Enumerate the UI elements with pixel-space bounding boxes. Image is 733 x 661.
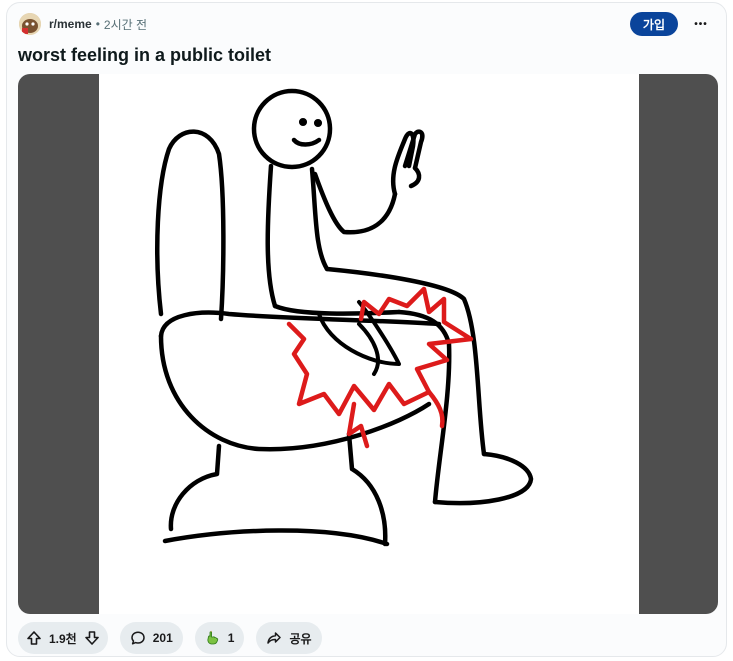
avatar-icon bbox=[19, 13, 41, 35]
vote-pill: 1.9천 bbox=[18, 622, 108, 654]
share-button[interactable]: 공유 bbox=[256, 622, 322, 654]
post-title[interactable]: worst feeling in a public toilet bbox=[18, 45, 271, 66]
subreddit-name[interactable]: r/meme bbox=[49, 17, 92, 31]
join-button[interactable]: 가입 bbox=[629, 12, 678, 36]
post-image[interactable] bbox=[18, 74, 718, 614]
post-timestamp: 2시간 전 bbox=[103, 17, 148, 32]
separator-dot: • bbox=[95, 17, 100, 31]
award-count: 1 bbox=[227, 631, 235, 645]
share-label: 공유 bbox=[289, 631, 312, 646]
comment-icon bbox=[130, 631, 145, 645]
more-icon: ••• bbox=[694, 18, 708, 30]
post-actions: 1.9천 201 1 공유 bbox=[18, 622, 322, 654]
post-card[interactable]: r/meme • 2시간 전 가입 ••• worst feeling in a… bbox=[6, 2, 727, 657]
hand-award-icon bbox=[207, 630, 218, 645]
upvote-count: 1.9천 bbox=[49, 631, 77, 646]
comments-button[interactable]: 201 bbox=[119, 622, 183, 654]
more-options-button[interactable]: ••• bbox=[688, 11, 714, 37]
post-header: r/meme • 2시간 전 가입 ••• bbox=[19, 11, 714, 37]
subreddit-avatar[interactable] bbox=[19, 13, 41, 35]
downvote-icon[interactable] bbox=[84, 630, 100, 646]
share-icon bbox=[267, 632, 282, 644]
award-button[interactable]: 1 bbox=[194, 622, 245, 654]
comment-count: 201 bbox=[152, 631, 173, 645]
upvote-icon[interactable] bbox=[26, 630, 42, 646]
meme-drawing bbox=[99, 74, 639, 614]
